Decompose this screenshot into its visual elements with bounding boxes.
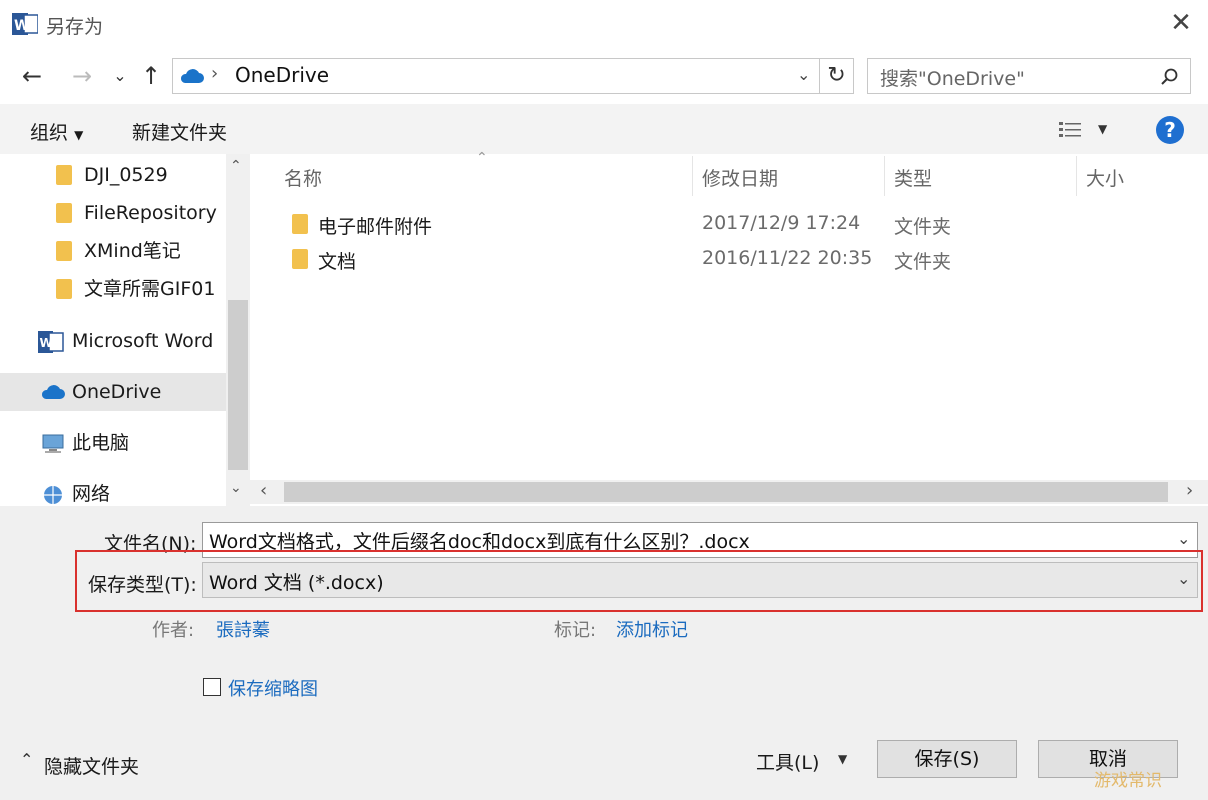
forward-arrow-icon[interactable]: → [64,56,100,96]
dropdown-triangle-icon: ▼ [74,128,84,142]
new-folder-button[interactable]: 新建文件夹 [132,118,227,145]
computer-icon [42,434,64,453]
search-placeholder: 搜索"OneDrive" [880,68,1025,90]
hide-folders-toggle[interactable]: 隐藏文件夹 [44,752,139,779]
nav-item-label: 网络 [72,483,111,505]
nav-item-label: DJI_0529 [84,164,168,186]
file-list [250,154,1208,484]
refresh-icon[interactable]: ↻ [820,58,854,94]
tools-dropdown-icon[interactable]: ▼ [838,752,847,766]
filename-dropdown-chevron-icon[interactable]: ⌄ [1177,529,1190,548]
author-label: 作者: [152,620,195,641]
save-button[interactable]: 保存(S) [877,740,1017,778]
back-arrow-icon[interactable]: ← [14,56,50,96]
horizontal-scroll-thumb[interactable] [284,482,1168,502]
column-header-name[interactable]: 名称 [284,164,322,191]
add-tags-link[interactable]: 添加标记 [616,616,688,642]
save-thumbnail-label[interactable]: 保存缩略图 [228,675,318,701]
scroll-right-chevron-icon[interactable]: › [1186,480,1193,501]
file-modified: 2016/11/22 20:35 [702,247,873,269]
window-title: 另存为 [46,16,104,38]
organize-menu[interactable]: 组织 ▼ [30,118,83,145]
network-icon [44,486,62,504]
folder-icon [56,241,72,261]
nav-item-gif01[interactable]: 文章所需GIF01 [0,270,226,308]
folder-icon [56,165,72,185]
title-bar [0,0,1208,50]
cloud-icon [41,385,65,399]
file-modified: 2017/12/9 17:24 [702,212,861,234]
help-icon[interactable]: ? [1156,116,1184,144]
tags-label: 标记: [554,620,597,641]
file-type: 文件夹 [894,216,952,238]
cloud-icon [180,69,204,83]
nav-item-label: XMind笔记 [84,240,181,262]
file-name: 文档 [318,251,357,273]
nav-item-network[interactable]: 网络 [0,475,226,506]
scroll-up-chevron-icon[interactable]: ⌃ [230,158,242,174]
nav-item-onedrive[interactable]: OneDrive [0,373,226,411]
view-dropdown-icon[interactable]: ▼ [1098,122,1107,136]
column-header-size[interactable]: 大小 [1086,164,1124,191]
tools-menu[interactable]: 工具(L) [756,748,819,775]
word-icon: W [38,331,64,353]
nav-item-label: 此电脑 [72,432,130,454]
folder-icon [56,203,72,223]
file-name: 电子邮件附件 [318,216,433,238]
file-type: 文件夹 [894,251,952,273]
nav-item-xmind[interactable]: XMind笔记 [0,232,226,270]
nav-item-label: OneDrive [72,381,162,403]
nav-item-microsoft-word[interactable]: W Microsoft Word [0,322,226,360]
watermark-text: 游戏常识 [1094,771,1162,791]
highlight-annotation-box [75,550,1203,612]
breadcrumb-chevron-icon: › [211,63,219,84]
folder-icon [292,214,308,234]
address-bar[interactable]: › OneDrive ⌄ [172,58,820,94]
column-divider [884,156,885,196]
nav-pane-scroll-thumb[interactable] [228,300,248,470]
view-options-icon[interactable] [1058,120,1084,140]
recent-locations-chevron-icon[interactable]: ⌄ [108,56,132,96]
nav-item-label: Microsoft Word [72,330,214,352]
word-app-icon: W [12,11,39,37]
column-header-modified[interactable]: 修改日期 [702,164,778,191]
scroll-left-chevron-icon[interactable]: ‹ [260,480,267,501]
close-icon[interactable]: ✕ [1166,8,1196,38]
table-row[interactable]: 文档 2016/11/22 20:35 文件夹 [284,245,1184,275]
svg-text:W: W [40,336,53,350]
sort-ascending-icon: ⌃ [476,150,488,166]
nav-item-label: FileRepository [84,202,217,224]
collapse-chevron-icon[interactable]: ⌃ [20,750,33,769]
scroll-down-chevron-icon[interactable]: ⌄ [230,480,242,496]
search-icon[interactable] [1160,67,1180,87]
nav-item-filerepository[interactable]: FileRepository [0,194,226,232]
svg-text:W: W [14,18,29,34]
nav-item-this-pc[interactable]: 此电脑 [0,424,226,462]
column-divider [692,156,693,196]
address-dropdown-chevron-icon[interactable]: ⌄ [797,65,810,84]
save-thumbnail-checkbox[interactable] [203,678,221,696]
table-row[interactable]: 电子邮件附件 2017/12/9 17:24 文件夹 [284,210,1184,240]
navigation-pane: DJI_0529 FileRepository XMind笔记 文章所需GIF0… [0,154,250,506]
column-header-type[interactable]: 类型 [894,164,932,191]
nav-item-dji0529[interactable]: DJI_0529 [0,156,226,194]
search-input[interactable]: 搜索"OneDrive" [867,58,1191,94]
folder-icon [56,279,72,299]
nav-item-label: 文章所需GIF01 [84,278,216,300]
address-text[interactable]: OneDrive [235,63,329,87]
column-divider [1076,156,1077,196]
up-arrow-icon[interactable]: ↑ [136,56,166,96]
folder-icon [292,249,308,269]
author-value[interactable]: 張詩蓁 [216,616,270,642]
